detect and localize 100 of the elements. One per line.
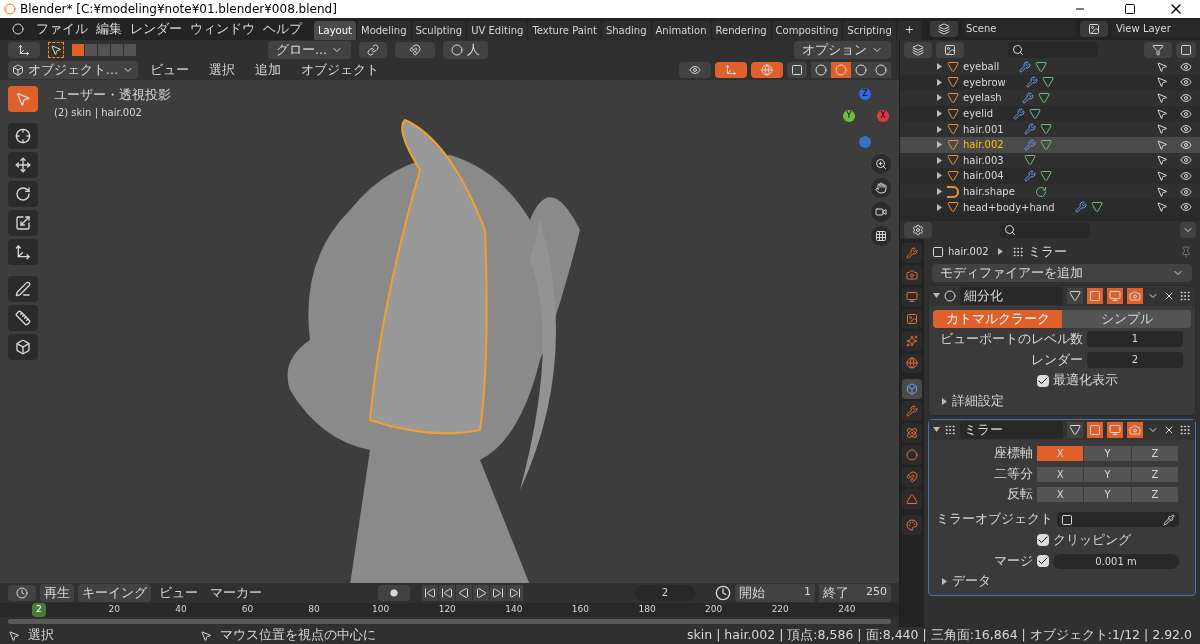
viewport-toggle[interactable] xyxy=(1107,421,1123,438)
wrench-icon[interactable] xyxy=(1021,92,1034,104)
axis-toggle[interactable]: Y xyxy=(1084,466,1131,482)
x-axis-handle[interactable]: X xyxy=(877,110,889,122)
render-toggle[interactable] xyxy=(1127,421,1143,438)
options-dropdown[interactable] xyxy=(1180,221,1196,238)
workspace-tab[interactable]: Sculpting xyxy=(411,21,467,40)
playback-button[interactable] xyxy=(490,585,506,601)
object-name[interactable]: head+body+hand xyxy=(963,199,1055,215)
particles-icon[interactable] xyxy=(902,422,922,443)
number-field[interactable]: 0.001 m xyxy=(1053,553,1179,569)
viewport-menu-item[interactable]: ビュー xyxy=(141,60,197,80)
visibility-dropdown[interactable] xyxy=(679,62,711,78)
collapsed-triangle-icon[interactable] xyxy=(996,248,1004,256)
axis-toggle[interactable]: Z xyxy=(1131,445,1178,461)
scene-field[interactable]: Scene xyxy=(961,21,1076,37)
scene-selector[interactable] xyxy=(929,21,958,37)
subsection-header[interactable]: 詳細設定 xyxy=(952,392,1004,411)
selectable-icon[interactable] xyxy=(1156,92,1168,104)
selectable-icon[interactable] xyxy=(1156,154,1168,167)
workspace-tab[interactable]: Compositing xyxy=(771,21,843,40)
timeline-menu-item[interactable]: キーイング xyxy=(78,584,151,602)
grid-icon[interactable] xyxy=(871,226,891,246)
selectable-icon[interactable] xyxy=(1156,123,1168,136)
render-toggle[interactable] xyxy=(1127,287,1143,304)
pivot-dropdown[interactable] xyxy=(359,42,387,58)
playback-button[interactable] xyxy=(507,585,523,601)
modifier-name-field[interactable]: 細分化 xyxy=(960,286,1063,305)
move-tool-icon[interactable] xyxy=(8,152,38,178)
mesh-data-icon[interactable] xyxy=(1039,169,1052,182)
menu-item[interactable]: レンダー xyxy=(126,19,186,39)
view-layer-selector[interactable] xyxy=(1079,21,1108,37)
workspace-tab[interactable]: Shading xyxy=(601,21,651,40)
cursor-tool-icon[interactable] xyxy=(8,123,38,149)
filter-button[interactable] xyxy=(1144,41,1172,58)
wrench-icon[interactable] xyxy=(902,400,922,421)
object-name[interactable]: eyelid xyxy=(963,106,994,122)
expanded-triangle-icon[interactable] xyxy=(933,426,940,434)
checkbox[interactable] xyxy=(1037,374,1049,387)
subsection-header[interactable]: データ xyxy=(952,572,991,592)
mesh-data-icon[interactable] xyxy=(1029,107,1042,120)
modifier-name-field[interactable]: ミラー xyxy=(960,420,1063,439)
visibility-icon[interactable] xyxy=(1180,60,1192,73)
drag-handle-icon[interactable] xyxy=(1179,289,1191,302)
measure-tool-icon[interactable] xyxy=(8,305,38,331)
eyedropper-icon[interactable] xyxy=(1163,513,1175,526)
axis-toggle[interactable]: X xyxy=(1037,466,1084,482)
playback-button[interactable] xyxy=(456,585,472,601)
world-icon[interactable] xyxy=(902,352,922,373)
playback-button[interactable] xyxy=(422,585,438,601)
proportional-dropdown[interactable]: 人 xyxy=(443,41,488,59)
snap-dropdown[interactable] xyxy=(395,42,435,58)
number-field[interactable]: 1 xyxy=(1087,331,1183,348)
record-button[interactable] xyxy=(378,585,410,601)
mesh-data-icon[interactable] xyxy=(1039,138,1052,151)
wrench-icon[interactable] xyxy=(1019,60,1032,73)
hand-icon[interactable] xyxy=(871,178,891,198)
add-cube-tool-icon[interactable] xyxy=(8,334,38,360)
current-frame-marker[interactable]: 2 xyxy=(32,603,46,617)
outliner-row[interactable]: eyeball xyxy=(900,59,1200,75)
viewport-menu-item[interactable]: オブジェクト xyxy=(292,60,387,80)
z-axis-handle[interactable]: Z xyxy=(859,88,871,100)
tool-icon[interactable] xyxy=(902,242,922,263)
output-icon[interactable] xyxy=(902,286,922,307)
method-tab[interactable]: シンプル xyxy=(1062,309,1191,328)
display-mode-dropdown[interactable] xyxy=(904,41,932,58)
visibility-icon[interactable] xyxy=(1180,92,1192,104)
visibility-icon[interactable] xyxy=(1180,76,1192,89)
edit-mode-toggle[interactable] xyxy=(1067,287,1083,304)
object-name[interactable]: hair.shape xyxy=(963,184,1015,200)
workspace-tab[interactable]: Rendering xyxy=(711,21,771,40)
object-name[interactable]: eyelash xyxy=(963,90,1002,106)
axis-toggle[interactable]: Y xyxy=(1084,487,1131,503)
object-icon[interactable] xyxy=(902,378,922,399)
visibility-icon[interactable] xyxy=(1180,107,1192,120)
selectable-icon[interactable] xyxy=(1156,76,1168,89)
workspace-tab[interactable]: Scripting xyxy=(843,21,896,40)
checkbox[interactable] xyxy=(1037,555,1049,568)
mesh-data-icon[interactable] xyxy=(1035,60,1048,73)
timeline-scrollbar[interactable] xyxy=(8,619,891,624)
selectable-icon[interactable] xyxy=(1156,201,1168,214)
object-name[interactable]: eyeball xyxy=(963,59,1000,75)
selectable-icon[interactable] xyxy=(1156,60,1168,73)
menu-item[interactable]: ファイル xyxy=(32,19,92,39)
selectable-icon[interactable] xyxy=(1156,107,1168,120)
visibility-icon[interactable] xyxy=(1180,154,1192,167)
playback-button[interactable] xyxy=(439,585,455,601)
wrench-icon[interactable] xyxy=(1023,123,1036,136)
workspace-tab[interactable]: Modeling xyxy=(357,21,411,40)
curve-data-icon[interactable] xyxy=(1034,185,1047,198)
mesh-data-icon[interactable] xyxy=(1023,154,1036,167)
material-icon[interactable] xyxy=(902,514,922,535)
workspace-tab[interactable]: Animation xyxy=(651,21,711,40)
mesh-data-icon[interactable] xyxy=(1039,123,1052,136)
edit-mode-toggle[interactable] xyxy=(1067,421,1083,438)
visibility-icon[interactable] xyxy=(1180,138,1192,151)
visibility-icon[interactable] xyxy=(1180,123,1192,136)
wrench-icon[interactable] xyxy=(1023,138,1036,151)
negative-z-handle[interactable] xyxy=(859,136,871,148)
method-tab[interactable]: カトマルクラーク xyxy=(933,309,1062,328)
